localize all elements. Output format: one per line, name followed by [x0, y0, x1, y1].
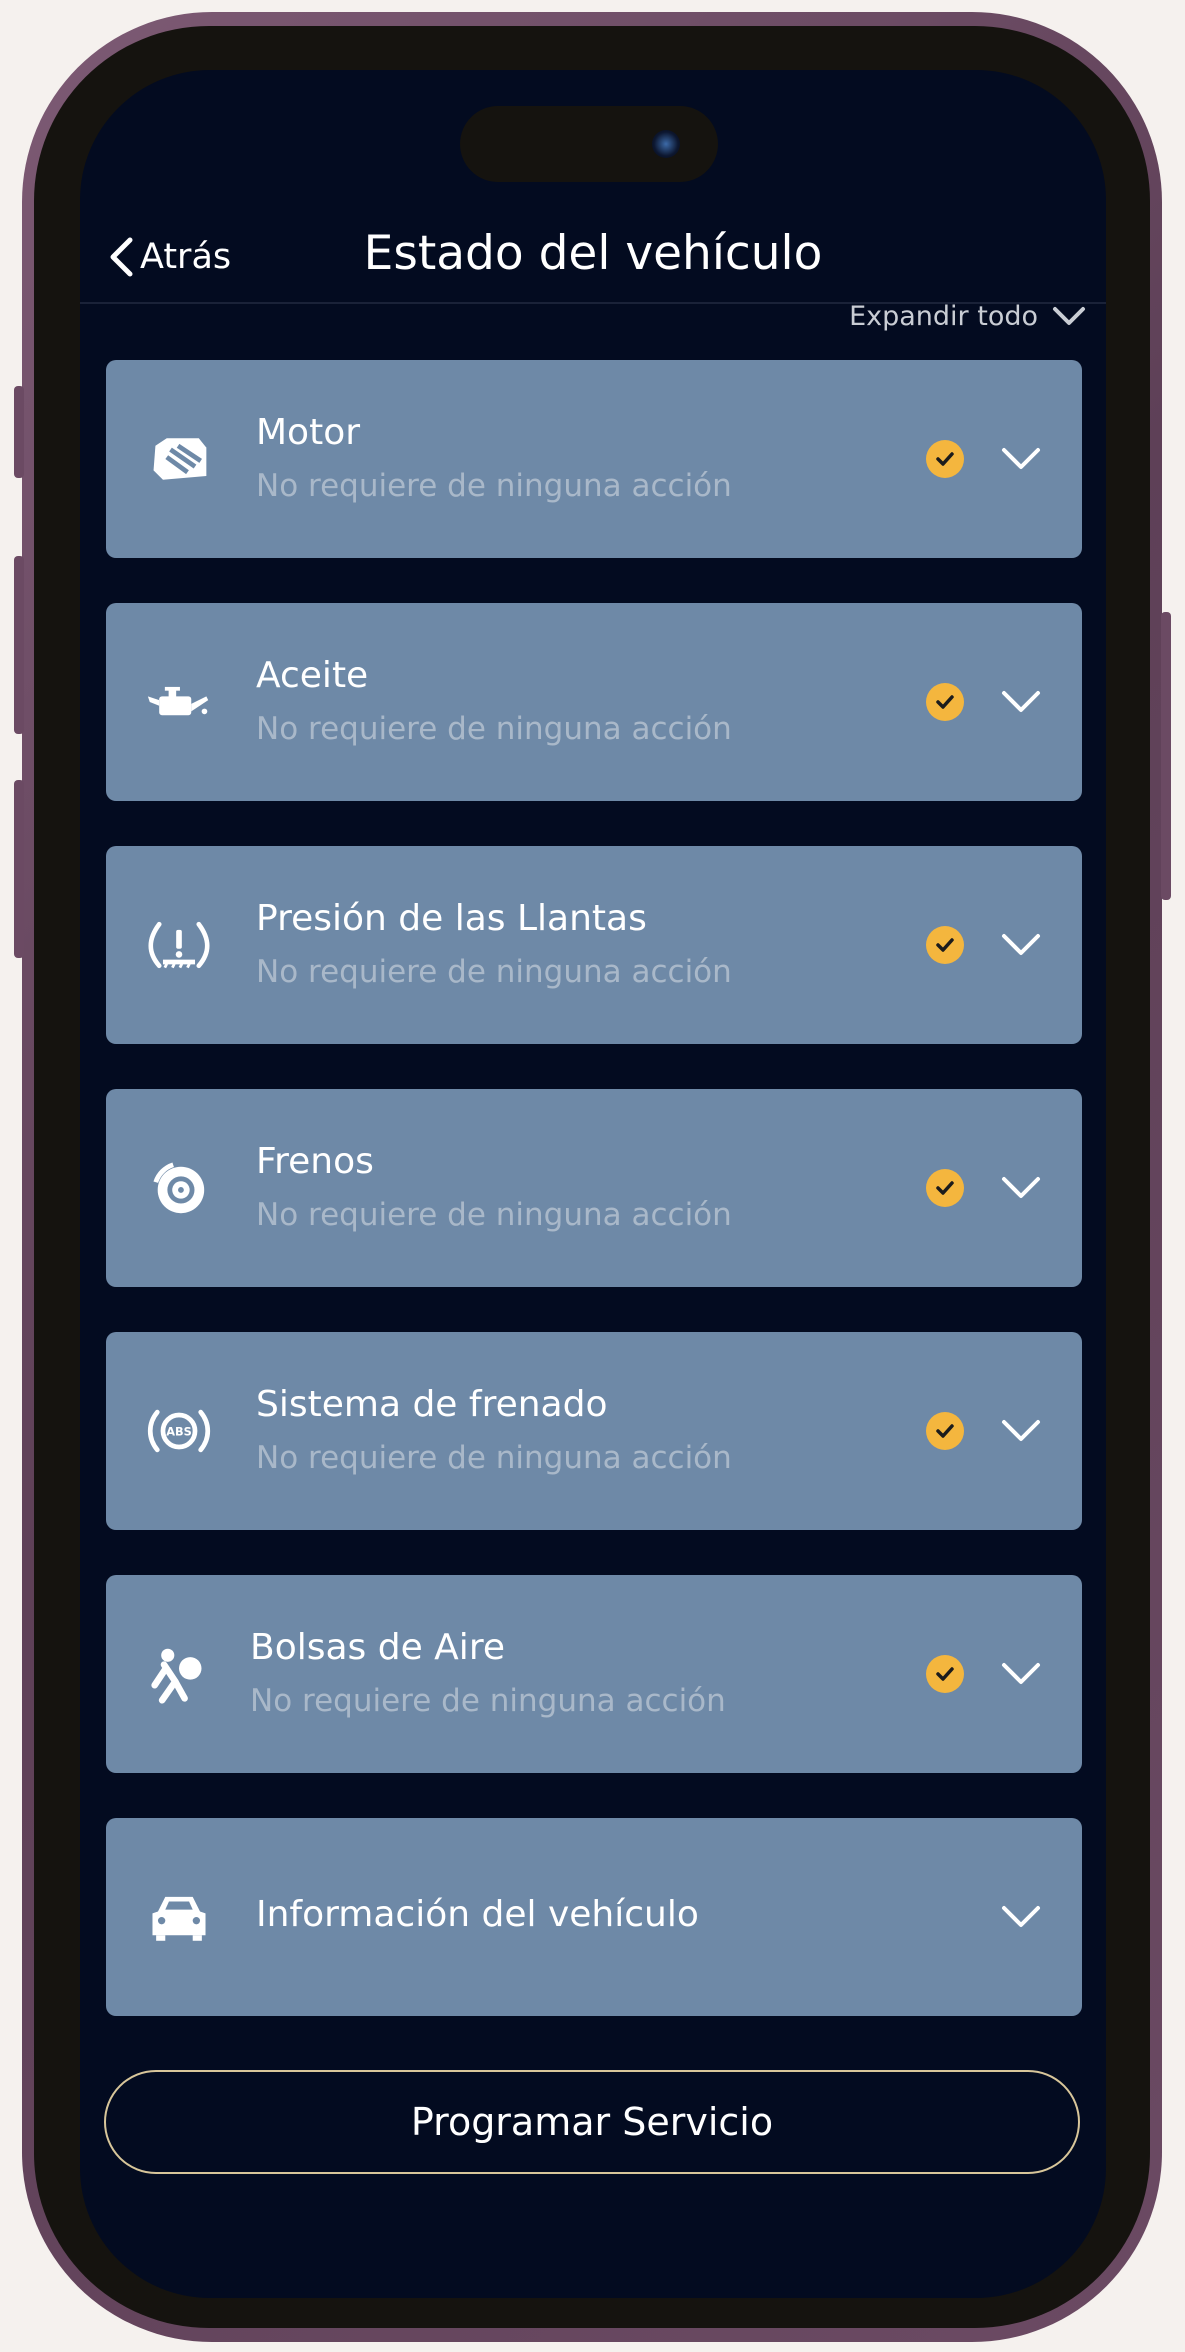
status-card-sistema-frenado[interactable]: ABS Sistema de frenado No requiere de ni…: [106, 1332, 1082, 1530]
chevron-down-icon: [1002, 934, 1040, 955]
status-card-motor[interactable]: Motor No requiere de ninguna acción: [106, 360, 1082, 558]
check-circle-icon: [926, 1412, 964, 1450]
tire-pressure-icon: [142, 908, 216, 982]
check-circle-icon: [926, 926, 964, 964]
navigation-bar: Atrás Estado del vehículo: [80, 210, 1106, 300]
chevron-down-icon: [1002, 1906, 1040, 1927]
check-circle-icon: [926, 1655, 964, 1693]
airbag-icon: [142, 1637, 216, 1711]
engine-icon: [142, 422, 216, 496]
check-circle-icon: [926, 1169, 964, 1207]
schedule-service-button[interactable]: Programar Servicio: [104, 2070, 1080, 2174]
check-circle-icon: [926, 440, 964, 478]
status-card-subtitle: No requiere de ninguna acción: [256, 1440, 732, 1476]
expand-all-label: Expandir todo: [849, 300, 1038, 332]
side-button-volume-down: [14, 780, 24, 958]
brake-disc-icon: [142, 1151, 216, 1225]
camera-icon: [652, 130, 680, 158]
status-card-presion-llantas[interactable]: Presión de las Llantas No requiere de ni…: [106, 846, 1082, 1044]
side-button-action: [14, 386, 24, 478]
chevron-down-icon: [1002, 1177, 1040, 1198]
status-card-title: Bolsas de Aire: [250, 1627, 505, 1668]
vehicle-info-card[interactable]: Información del vehículo: [106, 1818, 1082, 2016]
status-card-title: Presión de las Llantas: [256, 898, 647, 939]
status-card-title: Sistema de frenado: [256, 1384, 608, 1425]
status-card-bolsas-aire[interactable]: Bolsas de Aire No requiere de ninguna ac…: [106, 1575, 1082, 1773]
status-card-subtitle: No requiere de ninguna acción: [256, 954, 732, 990]
check-circle-icon: [926, 683, 964, 721]
status-card-subtitle: No requiere de ninguna acción: [256, 711, 732, 747]
status-card-subtitle: No requiere de ninguna acción: [256, 468, 732, 504]
status-card-title: Motor: [256, 412, 361, 453]
status-card-frenos[interactable]: Frenos No requiere de ninguna acción: [106, 1089, 1082, 1287]
svg-text:ABS: ABS: [166, 1426, 192, 1439]
status-card-title: Aceite: [256, 655, 369, 696]
status-card-subtitle: No requiere de ninguna acción: [250, 1683, 726, 1719]
oil-can-icon: [142, 665, 216, 739]
car-icon: [142, 1880, 216, 1954]
chevron-down-icon: [1002, 1663, 1040, 1684]
app-screen: Atrás Estado del vehículo Expandir todo …: [80, 70, 1106, 2298]
chevron-down-icon: [1002, 1420, 1040, 1441]
status-card-title: Frenos: [256, 1141, 374, 1182]
chevron-down-icon: [1053, 307, 1085, 325]
status-card-subtitle: No requiere de ninguna acción: [256, 1197, 732, 1233]
vehicle-info-title: Información del vehículo: [256, 1894, 699, 1935]
side-button-power: [1161, 612, 1171, 900]
abs-icon: ABS: [142, 1394, 216, 1468]
expand-all-button[interactable]: Expandir todo: [849, 296, 1086, 336]
side-button-volume-up: [14, 556, 24, 734]
chevron-down-icon: [1002, 448, 1040, 469]
page-title: Estado del vehículo: [363, 226, 823, 281]
status-card-aceite[interactable]: Aceite No requiere de ninguna acción: [106, 603, 1082, 801]
chevron-down-icon: [1002, 691, 1040, 712]
